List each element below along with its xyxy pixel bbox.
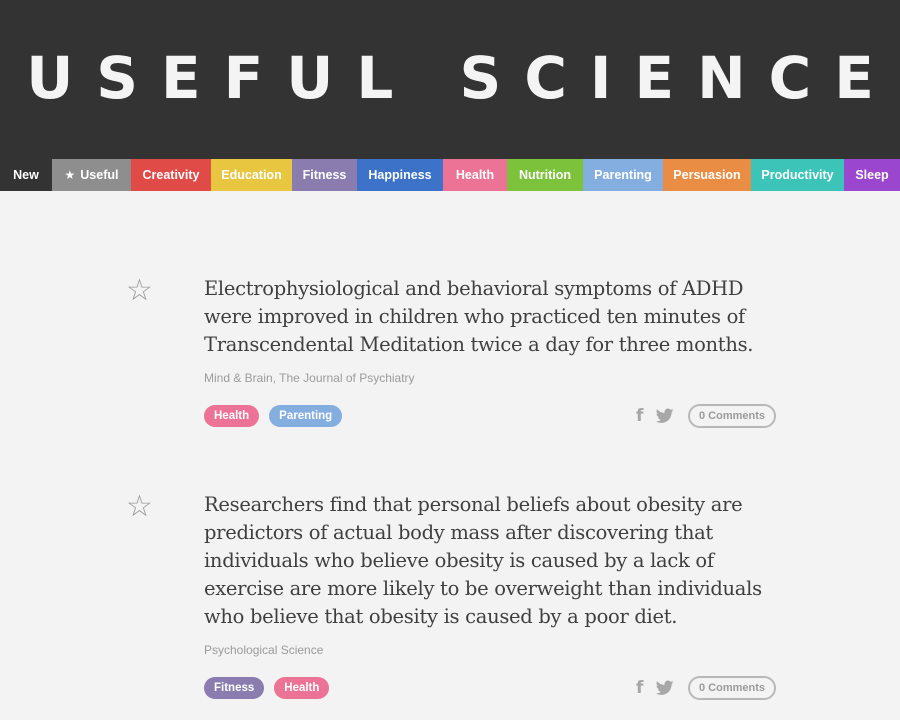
nav-item-label: Sleep (855, 168, 889, 182)
star-outline-icon[interactable]: ☆ (126, 271, 153, 311)
tag-fitness[interactable]: Fitness (204, 677, 265, 699)
article-source: Mind & Brain, The Journal of Psychiatry (204, 371, 415, 385)
nav-item-useful[interactable]: ★ Useful (52, 159, 131, 191)
nav-item-label: Fitness (302, 168, 347, 182)
category-nav: New ★ Useful Creativity Education Fitness… (0, 159, 900, 191)
headline-line: Researchers find that personal beliefs a… (204, 493, 743, 516)
nav-item-education[interactable]: Education (211, 159, 292, 191)
tag-health[interactable]: Health (204, 405, 260, 427)
twitter-icon[interactable] (656, 408, 674, 424)
nav-item-label: Useful (80, 168, 119, 182)
nav-item-parenting[interactable]: Parenting (583, 159, 663, 191)
nav-item-label: Education (221, 168, 282, 182)
nav-item-sleep[interactable]: Sleep (844, 159, 900, 191)
tag-parenting[interactable]: Parenting (269, 405, 343, 427)
headline-line: were improved in children who practiced … (204, 305, 745, 328)
facebook-icon[interactable]: f (636, 678, 650, 698)
article-source: Psychological Science (204, 643, 324, 657)
social-actions: f 0 Comments (636, 676, 777, 700)
headline-line: Electrophysiological and behavioral symp… (204, 277, 744, 300)
headline-line: who believe that obesity is caused by a … (204, 605, 678, 628)
nav-item-label: New (13, 168, 39, 182)
headline-line: Transcendental Meditation twice a day fo… (204, 333, 754, 356)
nav-item-happiness[interactable]: Happiness (357, 159, 443, 191)
article-headline[interactable]: Electrophysiological and behavioral symp… (204, 275, 774, 359)
nav-item-creativity[interactable]: Creativity (131, 159, 211, 191)
nav-item-nutrition[interactable]: Nutrition (507, 159, 583, 191)
nav-item-productivity[interactable]: Productivity (751, 159, 844, 191)
nav-item-label: Health (455, 168, 495, 182)
star-icon: ★ (64, 168, 76, 182)
headline-line: individuals who believe obesity is cause… (204, 549, 714, 572)
nav-item-persuasion[interactable]: Persuasion (663, 159, 751, 191)
nav-item-label: Nutrition (518, 168, 572, 182)
nav-item-label: Persuasion (673, 168, 741, 182)
site-header: USEFUL SCIENCE (0, 0, 900, 159)
social-actions: f 0 Comments (636, 404, 777, 428)
nav-item-label: Productivity (761, 168, 834, 182)
nav-item-label: Happiness (368, 168, 432, 182)
article-tags: Health Parenting (204, 405, 343, 427)
nav-item-fitness[interactable]: Fitness (292, 159, 357, 191)
headline-line: exercise are more likely to be overweigh… (204, 577, 762, 600)
nav-item-new[interactable]: New (0, 159, 52, 191)
nav-item-label: Creativity (142, 168, 200, 182)
twitter-icon[interactable] (656, 680, 674, 696)
article-headline[interactable]: Researchers find that personal beliefs a… (204, 491, 774, 631)
comments-button[interactable]: 0 Comments (688, 676, 777, 700)
tag-health[interactable]: Health (274, 677, 330, 699)
facebook-icon[interactable]: f (636, 406, 650, 426)
comments-button[interactable]: 0 Comments (688, 404, 777, 428)
star-outline-icon[interactable]: ☆ (126, 487, 153, 527)
headline-line: predictors of actual body mass after dis… (204, 521, 713, 544)
site-logo[interactable]: USEFUL SCIENCE (3, 44, 897, 112)
nav-item-health[interactable]: Health (443, 159, 507, 191)
article-tags: Fitness Health (204, 677, 330, 699)
nav-item-label: Parenting (594, 168, 652, 182)
